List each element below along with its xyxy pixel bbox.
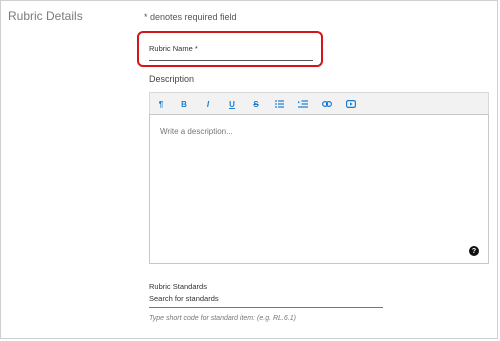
link-icon [322, 101, 332, 107]
description-label: Description [149, 74, 195, 84]
bulleted-list-icon [274, 100, 284, 108]
video-icon [346, 100, 356, 108]
section-title: Rubric Details [8, 9, 83, 23]
strikethrough-icon: S [253, 99, 259, 109]
standards-search-input[interactable]: Search for standards [149, 294, 383, 308]
description-editor[interactable]: Write a description... ? [149, 114, 489, 264]
rubric-name-field[interactable]: Rubric Name * [149, 44, 313, 61]
indent-button[interactable] [296, 97, 310, 111]
italic-button[interactable]: I [201, 97, 215, 111]
description-placeholder: Write a description... [160, 127, 233, 136]
bold-icon: B [181, 99, 187, 109]
paragraph-format-button[interactable]: ¶ [154, 97, 168, 111]
rubric-name-label: Rubric Name * [149, 44, 198, 53]
indent-icon [298, 100, 308, 108]
editor-toolbar: ¶ B I U S [149, 92, 489, 114]
insert-link-button[interactable] [320, 97, 334, 111]
strikethrough-button[interactable]: S [249, 97, 263, 111]
rubric-name-input[interactable] [149, 56, 313, 61]
paragraph-icon: ¶ [158, 99, 164, 109]
underline-icon: U [229, 99, 235, 109]
bold-button[interactable]: B [177, 97, 191, 111]
required-field-note: * denotes required field [144, 12, 237, 22]
rubric-details-panel: Rubric Details * denotes required field … [0, 0, 498, 339]
standards-hint-text: Type short code for standard item: (e.g.… [149, 315, 296, 322]
help-icon[interactable]: ? [469, 246, 479, 256]
rubric-standards-label: Rubric Standards [149, 282, 207, 291]
italic-icon: I [206, 99, 210, 109]
bulleted-list-button[interactable] [272, 97, 286, 111]
embed-video-button[interactable] [344, 97, 358, 111]
underline-button[interactable]: U [225, 97, 239, 111]
